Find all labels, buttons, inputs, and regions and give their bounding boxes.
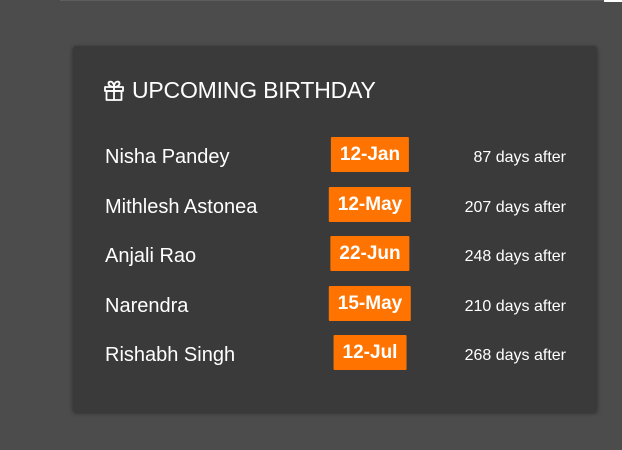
gift-icon <box>102 78 126 102</box>
person-name: Anjali Rao <box>105 245 197 267</box>
list-item[interactable]: Nisha Pandey 12-Jan 87 days after <box>73 134 597 184</box>
card-title: UPCOMING BIRTHDAY <box>132 76 376 103</box>
days-after-label: 210 days after <box>464 297 566 315</box>
list-item[interactable]: Rishabh Singh 12-Jul 268 days after <box>73 332 597 382</box>
date-badge: 12-May <box>328 186 412 222</box>
birthday-list: Nisha Pandey 12-Jan 87 days after Mithle… <box>73 134 597 382</box>
list-item[interactable]: Anjali Rao 22-Jun 248 days after <box>73 233 597 283</box>
person-name: Mithlesh Astonea <box>105 195 258 218</box>
days-after-label: 268 days after <box>464 347 566 364</box>
list-item[interactable]: Mithlesh Astonea 12-May 207 days after <box>73 184 597 234</box>
top-divider <box>60 0 604 1</box>
upcoming-birthday-card: UPCOMING BIRTHDAY Nisha Pandey 12-Jan 87… <box>73 46 597 412</box>
date-badge: 15-May <box>328 285 412 321</box>
list-item[interactable]: Narendra 15-May 210 days after <box>73 283 597 333</box>
card-header: UPCOMING BIRTHDAY <box>102 76 376 104</box>
days-after-label: 207 days after <box>464 198 566 216</box>
top-corner-mark <box>604 0 622 2</box>
person-name: Rishabh Singh <box>105 344 236 366</box>
days-after-label: 87 days after <box>473 149 567 166</box>
person-name: Narendra <box>105 294 189 317</box>
date-badge: 22-Jun <box>330 236 410 271</box>
days-after-label: 248 days after <box>464 248 566 265</box>
date-badge: 12-Jan <box>330 137 410 172</box>
person-name: Nisha Pandey <box>105 146 230 168</box>
date-badge: 12-Jul <box>333 335 407 370</box>
